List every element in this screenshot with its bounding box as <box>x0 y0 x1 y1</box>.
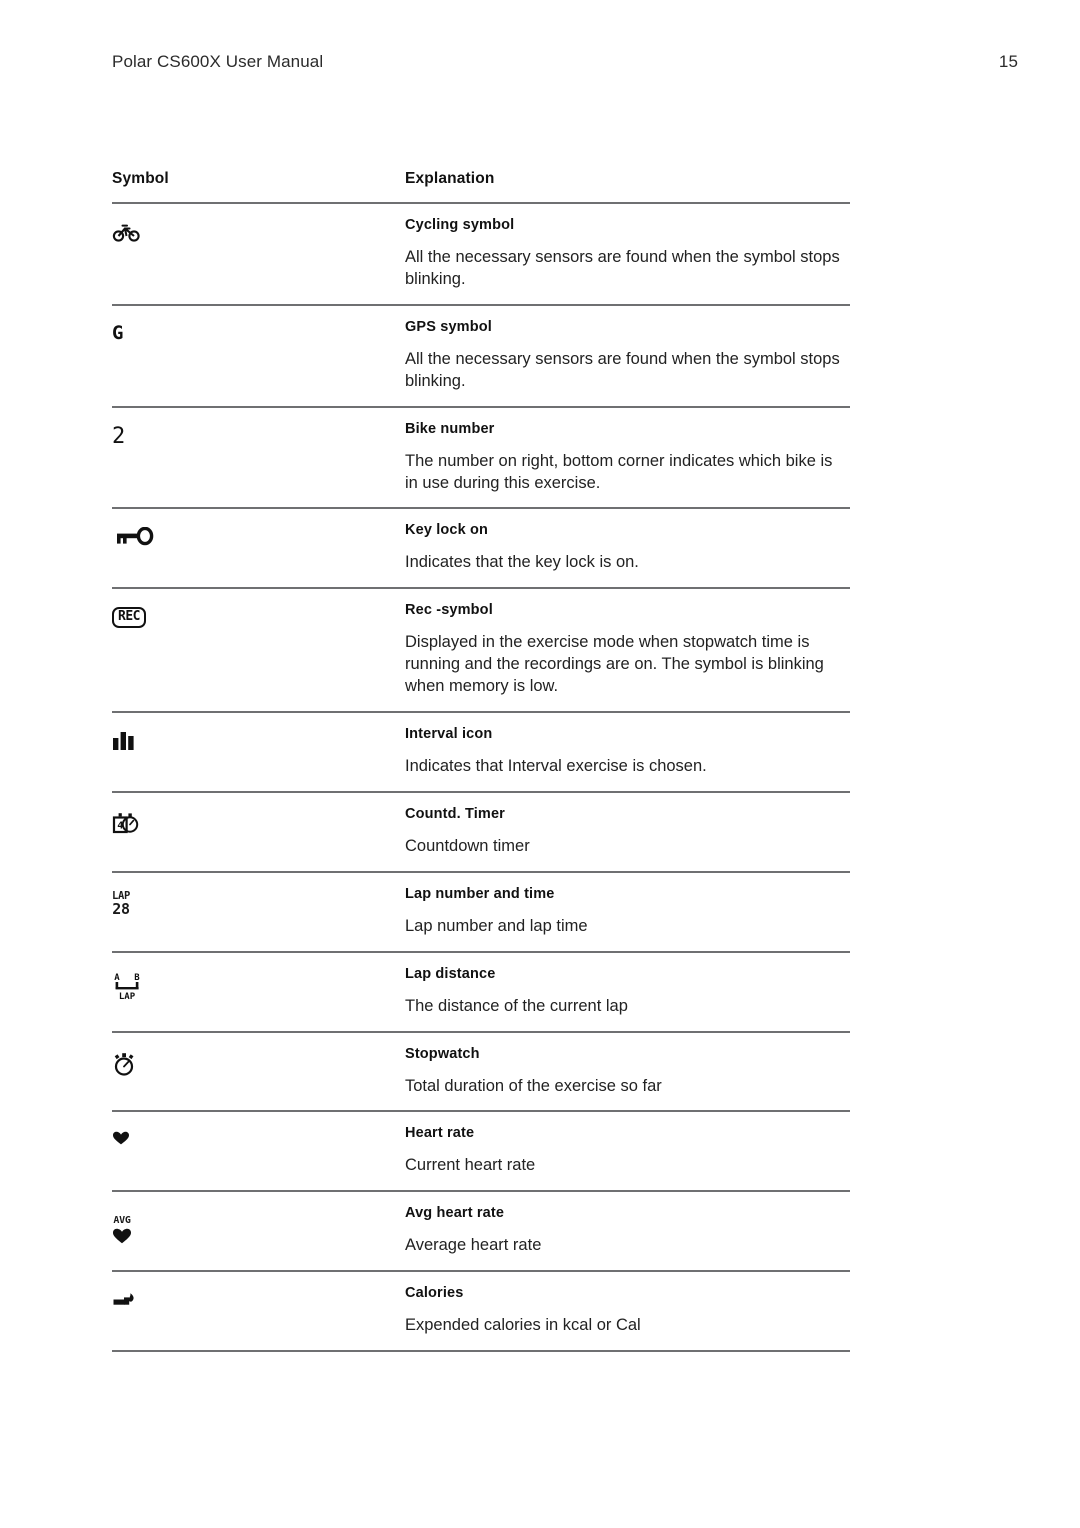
lap-distance-icon: A B LAP <box>112 971 405 1001</box>
table-row: Calories Expended calories in kcal or Ca… <box>112 1272 850 1350</box>
table-row: Interval icon Indicates that Interval ex… <box>112 713 850 791</box>
key-lock-icon <box>112 527 405 549</box>
explanation-title: Rec -symbol <box>405 602 493 619</box>
table-row: A B LAP Lap distance The distance of the… <box>112 953 850 1031</box>
explanation-body: Indicates that Interval exercise is chos… <box>405 757 707 775</box>
explanation-body: Average heart rate <box>405 1236 542 1255</box>
column-header-symbol: Symbol <box>112 170 169 187</box>
explanation-body: Indicates that the key lock is on. <box>405 553 639 572</box>
symbol-cell: REC <box>112 601 405 628</box>
symbol-cell <box>112 1045 405 1077</box>
explanation-title: Lap distance <box>405 965 496 982</box>
explanation-title: Stopwatch <box>405 1045 480 1062</box>
table-header-row: Symbol Explanation <box>112 170 850 202</box>
explanation-cell: Lap number and time Lap number and lap t… <box>405 885 850 938</box>
explanation-cell: Heart rate Current heart rate <box>405 1124 850 1177</box>
lap-distance-lap: LAP <box>119 992 136 1001</box>
explanation-cell: Avg heart rate Average heart rate <box>405 1204 850 1257</box>
avg-label: AVG <box>113 1215 131 1227</box>
explanation-body: The distance of the current lap <box>405 996 628 1015</box>
explanation-title: Calories <box>405 1285 464 1302</box>
running-head: Polar CS600X User Manual 15 <box>112 52 1018 72</box>
stopwatch-icon <box>112 1051 405 1077</box>
symbol-table: Symbol Explanation Cycling symbol All th… <box>112 170 850 1353</box>
explanation-title: Avg heart rate <box>405 1205 505 1222</box>
symbol-cell <box>112 725 405 751</box>
symbol-cell <box>112 1284 405 1310</box>
explanation-cell: Rec -symbol Displayed in the exercise mo… <box>405 601 850 698</box>
explanation-cell: Stopwatch Total duration of the exercise… <box>405 1045 850 1098</box>
svg-text:4: 4 <box>117 820 123 831</box>
table-row: REC Rec -symbol Displayed in the exercis… <box>112 589 850 711</box>
explanation-cell: Interval icon Indicates that Interval ex… <box>405 725 850 778</box>
heart-icon <box>112 1130 405 1146</box>
heart-glyph <box>112 1227 132 1245</box>
table-row: Stopwatch Total duration of the exercise… <box>112 1033 850 1111</box>
explanation-body: All the necessary sensors are found when… <box>405 349 840 390</box>
explanation-cell: Lap distance The distance of the current… <box>405 965 850 1018</box>
symbol-cell <box>112 521 405 549</box>
lap-distance-b: B <box>134 973 140 983</box>
table-row: Key lock on Indicates that the key lock … <box>112 509 850 587</box>
symbol-cell: LAP 28 <box>112 885 405 920</box>
table-row: 4 Countd. Timer Countdown timer <box>112 793 850 871</box>
rec-icon: REC <box>112 607 146 628</box>
table-row: 2 Bike number The number on right, botto… <box>112 408 850 508</box>
avg-heart-icon: AVG <box>112 1216 132 1245</box>
explanation-body: Displayed in the exercise mode when stop… <box>405 633 824 696</box>
explanation-title: GPS symbol <box>405 318 492 335</box>
symbol-cell: 2 <box>112 420 405 448</box>
explanation-cell: Countd. Timer Countdown timer <box>405 805 850 858</box>
bike-number-icon: 2 <box>112 423 126 449</box>
bicycle-icon <box>112 222 405 242</box>
table-row: Heart rate Current heart rate <box>112 1112 850 1190</box>
symbol-cell: A B LAP <box>112 965 405 1001</box>
table-row: Cycling symbol All the necessary sensors… <box>112 204 850 304</box>
explanation-body: Expended calories in kcal or Cal <box>405 1316 641 1335</box>
lap-value: 28 <box>112 900 130 919</box>
symbol-cell: 4 <box>112 805 405 835</box>
explanation-body: All the necessary sensors are found when… <box>405 247 840 288</box>
explanation-body: Current heart rate <box>405 1156 536 1175</box>
explanation-body: The number on right, bottom corner indic… <box>405 451 833 492</box>
countdown-timer-icon: 4 <box>112 811 405 835</box>
explanation-cell: Cycling symbol All the necessary sensors… <box>405 216 850 291</box>
gps-g-icon: G <box>112 321 124 344</box>
explanation-cell: Key lock on Indicates that the key lock … <box>405 521 850 574</box>
calories-flame-icon <box>112 1290 405 1310</box>
explanation-body: Total duration of the exercise so far <box>405 1076 662 1095</box>
interval-bars-icon <box>112 731 405 751</box>
explanation-title: Countd. Timer <box>405 805 505 822</box>
lap-distance-a: A <box>114 973 120 983</box>
table-row: G GPS symbol All the necessary sensors a… <box>112 306 850 406</box>
explanation-body: Lap number and lap time <box>405 916 588 935</box>
symbol-cell: G <box>112 318 405 343</box>
lap-number-icon: LAP 28 <box>112 891 130 918</box>
explanation-body: Countdown timer <box>405 836 530 855</box>
explanation-title: Bike number <box>405 420 495 437</box>
explanation-title: Lap number and time <box>405 885 555 902</box>
explanation-cell: GPS symbol All the necessary sensors are… <box>405 318 850 393</box>
row-rule <box>112 1350 850 1353</box>
explanation-title: Heart rate <box>405 1125 475 1142</box>
table-row: AVG Avg heart rate Average heart rate <box>112 1192 850 1270</box>
manual-title: Polar CS600X User Manual <box>112 52 324 71</box>
explanation-cell: Bike number The number on right, bottom … <box>405 420 850 495</box>
page-number: 15 <box>998 52 1018 71</box>
explanation-title: Cycling symbol <box>405 217 515 233</box>
explanation-title: Key lock on <box>405 522 489 539</box>
symbol-cell: AVG <box>112 1204 405 1245</box>
document-page: Polar CS600X User Manual 15 Symbol Expla… <box>0 0 1080 1528</box>
explanation-title: Interval icon <box>405 726 493 743</box>
symbol-cell <box>112 216 405 242</box>
column-header-explanation: Explanation <box>405 170 495 187</box>
table-row: LAP 28 Lap number and time Lap number an… <box>112 873 850 951</box>
symbol-cell <box>112 1124 405 1146</box>
explanation-cell: Calories Expended calories in kcal or Ca… <box>405 1284 850 1337</box>
